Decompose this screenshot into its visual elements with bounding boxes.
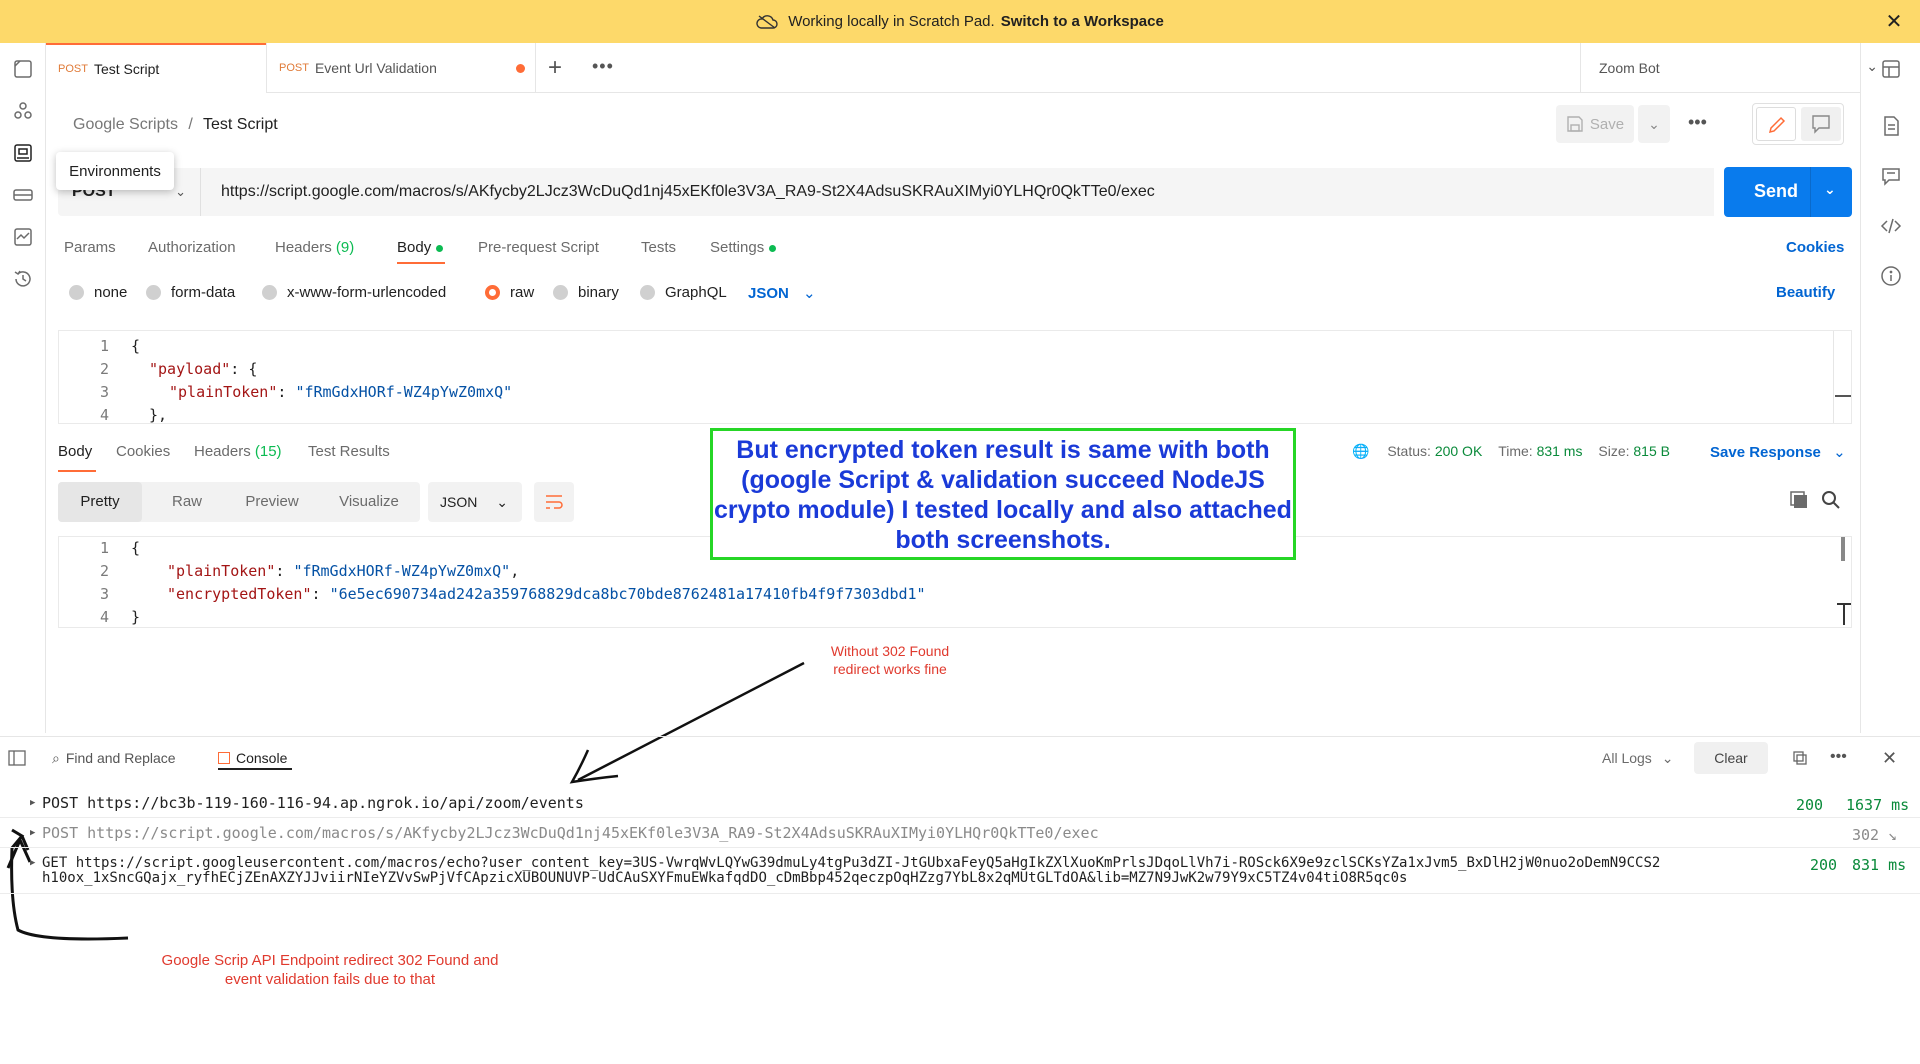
log-status: 200 (1808, 856, 1838, 874)
log-text: POST https://script.google.com/macros/s/… (42, 824, 1099, 842)
expand-icon[interactable]: ▶ (30, 858, 35, 868)
console-icon (218, 752, 230, 764)
find-replace-label: Find and Replace (65, 750, 176, 766)
log-text: POST https://bc3b-119-160-116-94.ap.ngro… (42, 794, 584, 812)
log-status: 200 (1796, 796, 1824, 814)
chevron-down-icon: ⌄ (1661, 750, 1674, 766)
find-replace-tab[interactable]: ⌕ Find and Replace (52, 750, 176, 767)
search-icon: ⌕ (52, 750, 60, 766)
expand-icon[interactable]: ▶ (30, 828, 35, 838)
annotation-arrows (6, 661, 805, 941)
redirect-icon: ↘ (1888, 826, 1898, 844)
close-icon[interactable]: ✕ (1882, 748, 1897, 769)
log-time: 831 ms (1852, 856, 1907, 874)
log-level-value: All Logs (1602, 750, 1652, 766)
log-status: 302 (1852, 826, 1880, 844)
console-tab[interactable]: Console (218, 750, 287, 766)
console-log-row[interactable]: ▶ POST https://script.google.com/macros/… (0, 818, 1920, 848)
copy-icon[interactable] (1792, 750, 1808, 771)
sidebar-toggle-icon[interactable] (8, 750, 26, 771)
console-log-row[interactable]: ▶ POST https://bc3b-119-160-116-94.ap.ng… (0, 790, 1920, 818)
expand-icon[interactable]: ▶ (30, 798, 35, 808)
active-tab-indicator (218, 768, 292, 770)
annotation-success-note: Without 302 Found redirect works fine (830, 643, 950, 677)
clear-button[interactable]: Clear (1694, 742, 1768, 774)
log-level-select[interactable]: All Logs ⌄ (1602, 750, 1673, 767)
console-log-row[interactable]: ▶ GET https://script.googleusercontent.c… (0, 848, 1920, 894)
log-text: GET https://script.googleusercontent.com… (42, 855, 1661, 886)
annotation-failure-note: Google Scrip API Endpoint redirect 302 F… (161, 952, 499, 988)
log-time: 1637 ms (1846, 796, 1910, 814)
more-horizontal-icon[interactable]: ••• (1830, 748, 1847, 766)
console-label: Console (236, 750, 288, 766)
